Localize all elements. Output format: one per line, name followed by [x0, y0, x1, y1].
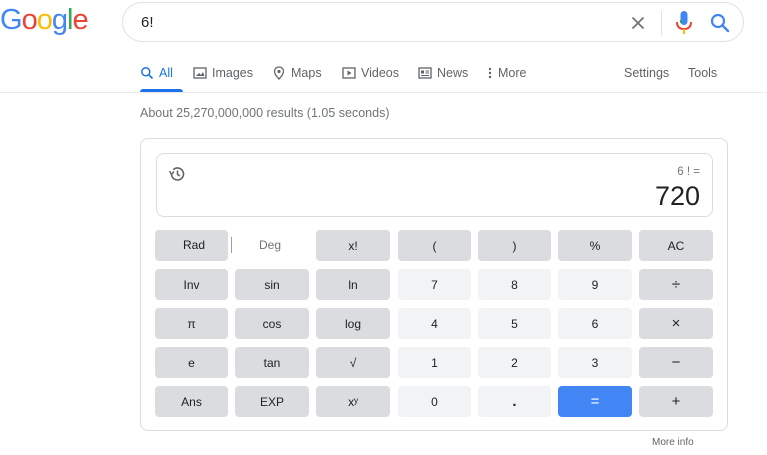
digit-0-key[interactable]: 0 — [398, 386, 471, 417]
close-icon — [631, 16, 645, 30]
euler-key[interactable]: e — [155, 347, 228, 378]
answer-key[interactable]: Ans — [155, 386, 228, 417]
tabs-divider — [0, 92, 767, 93]
calculator-card: 6 ! = 720 Rad Deg x! ( ) % AC Inv sin ln… — [140, 138, 728, 431]
clear-button[interactable] — [627, 12, 649, 34]
tab-all[interactable]: All — [140, 58, 183, 92]
rad-deg-toggle[interactable]: Rad Deg — [155, 230, 281, 261]
digit-9-key[interactable]: 9 — [558, 269, 632, 300]
settings-link[interactable]: Settings — [624, 66, 669, 80]
tab-images[interactable]: Images — [193, 58, 253, 92]
calculator-display: 6 ! = 720 — [156, 153, 713, 217]
more-info-link[interactable]: More info — [652, 437, 694, 448]
search-button[interactable] — [708, 11, 732, 35]
digit-7-key[interactable]: 7 — [398, 269, 471, 300]
digit-5-key[interactable]: 5 — [478, 308, 551, 339]
logo-letter: e — [72, 4, 88, 36]
logo-letter: g — [51, 4, 68, 36]
search-input[interactable] — [141, 11, 611, 33]
result-readout: 720 — [654, 181, 700, 211]
divide-key[interactable]: ÷ — [639, 269, 713, 300]
tab-more[interactable]: More — [486, 58, 526, 92]
exp-key[interactable]: EXP — [235, 386, 309, 417]
play-icon — [342, 67, 356, 79]
search-icon — [141, 67, 154, 80]
add-key[interactable]: + — [639, 386, 713, 417]
digit-1-key[interactable]: 1 — [398, 347, 471, 378]
sin-key[interactable]: sin — [235, 269, 309, 300]
voice-search-button[interactable] — [673, 10, 695, 36]
percent-key[interactable]: % — [558, 230, 632, 261]
image-icon — [193, 67, 207, 79]
decimal-key[interactable]: . — [478, 386, 551, 417]
rad-deg-separator — [231, 237, 232, 253]
tab-label: Maps — [291, 66, 322, 80]
tab-news[interactable]: News — [418, 58, 468, 92]
mic-icon — [676, 11, 692, 34]
log-key[interactable]: log — [316, 308, 390, 339]
logo-letter: o — [21, 4, 38, 36]
factorial-key[interactable]: x! — [316, 230, 390, 261]
tab-label: More — [498, 66, 527, 80]
result-stats: About 25,270,000,000 results (1.05 secon… — [140, 106, 390, 120]
map-pin-icon — [273, 66, 285, 80]
search-icon — [710, 13, 730, 33]
subtract-key[interactable]: − — [639, 347, 713, 378]
tab-maps[interactable]: Maps — [272, 58, 322, 92]
logo-letter: o — [36, 4, 53, 36]
pi-key[interactable]: π — [155, 308, 228, 339]
history-icon — [168, 167, 185, 181]
digit-2-key[interactable]: 2 — [478, 347, 551, 378]
inverse-key[interactable]: Inv — [155, 269, 228, 300]
tab-label: All — [159, 66, 173, 80]
logo-letter: G — [0, 4, 23, 36]
search-tabs: All Images Maps Videos News More Setting… — [140, 58, 740, 92]
tab-label: Images — [212, 66, 253, 80]
tools-link[interactable]: Tools — [688, 66, 717, 80]
expression-readout: 6 ! = — [677, 166, 700, 178]
digit-4-key[interactable]: 4 — [398, 308, 471, 339]
multiply-key[interactable]: × — [639, 308, 713, 339]
sqrt-key[interactable]: √ — [316, 347, 390, 378]
history-button[interactable] — [167, 164, 187, 184]
all-clear-key[interactable]: AC — [639, 230, 713, 261]
equals-key[interactable]: = — [558, 386, 632, 417]
digit-8-key[interactable]: 8 — [478, 269, 551, 300]
more-vert-icon — [488, 67, 492, 79]
cos-key[interactable]: cos — [235, 308, 309, 339]
tab-label: Videos — [361, 66, 399, 80]
ln-key[interactable]: ln — [316, 269, 390, 300]
digit-6-key[interactable]: 6 — [558, 308, 632, 339]
digit-3-key[interactable]: 3 — [558, 347, 632, 378]
news-icon — [418, 67, 432, 79]
rad-option[interactable]: Rad — [183, 238, 205, 252]
open-paren-key[interactable]: ( — [398, 230, 471, 261]
close-paren-key[interactable]: ) — [478, 230, 551, 261]
tab-label: News — [437, 66, 469, 80]
power-key[interactable]: xʸ — [316, 386, 390, 417]
search-box[interactable] — [122, 2, 744, 42]
search-divider — [661, 11, 662, 35]
tab-videos[interactable]: Videos — [342, 58, 399, 92]
tan-key[interactable]: tan — [235, 347, 309, 378]
google-logo[interactable]: Google — [0, 4, 89, 37]
deg-option[interactable]: Deg — [259, 238, 281, 252]
